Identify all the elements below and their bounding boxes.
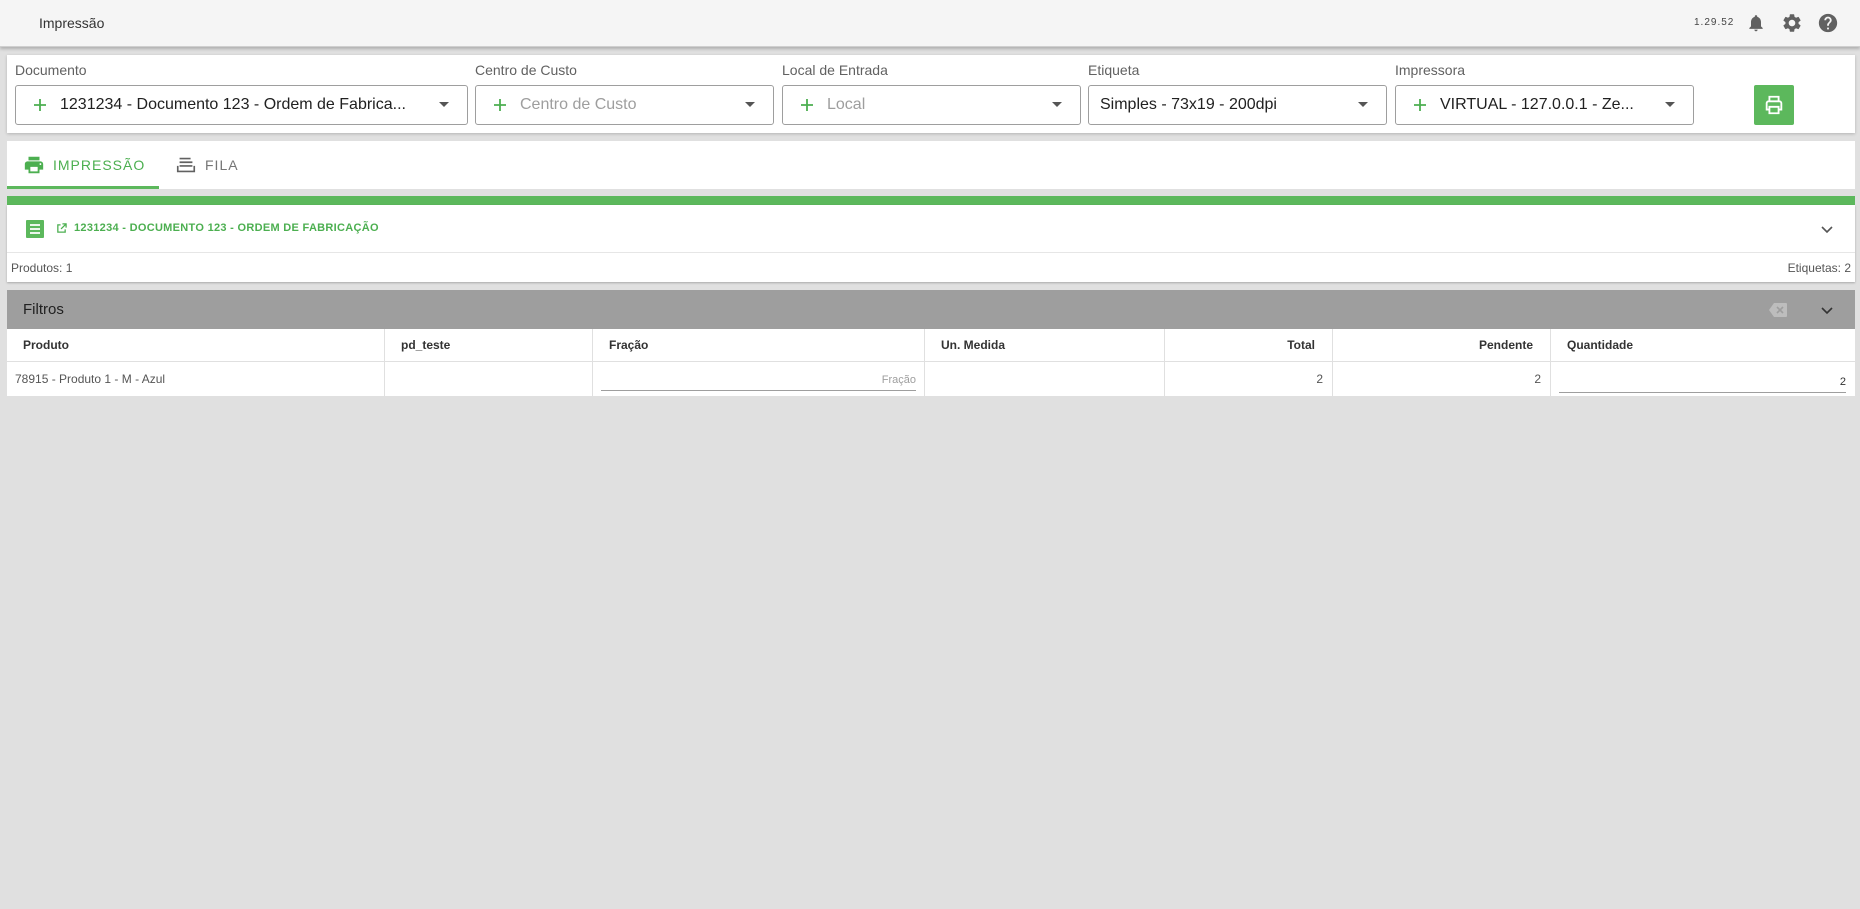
etiquetas-value: 2: [1844, 261, 1851, 275]
settings-gear-icon[interactable]: [1781, 12, 1803, 34]
cell-produto: 78915 - Produto 1 - M - Azul: [15, 372, 166, 386]
tab-fila-label: FILA: [205, 157, 239, 173]
produtos-count: Produtos: 1: [11, 261, 72, 275]
documento-select[interactable]: 1231234 - Documento 123 - Ordem de Fabri…: [15, 85, 468, 125]
chevron-down-icon: [1358, 102, 1368, 107]
documento-label: Documento: [15, 62, 87, 78]
centro-custo-placeholder: Centro de Custo: [520, 96, 637, 113]
app-version: 1.29.52: [1694, 17, 1735, 28]
document-list-icon: [26, 220, 44, 238]
document-accent-bar: [7, 196, 1855, 205]
column-header-quantidade[interactable]: Quantidade: [1567, 329, 1633, 362]
centro-custo-select[interactable]: Centro de Custo: [475, 85, 774, 125]
clear-filters-backspace-icon[interactable]: [1769, 303, 1787, 317]
queue-icon: [176, 157, 196, 173]
document-panel: 1231234 - DOCUMENTO 123 - ORDEM DE FABRI…: [7, 205, 1855, 282]
chevron-down-icon[interactable]: [1820, 303, 1834, 317]
printer-icon: [1765, 95, 1783, 115]
open-external-link-icon[interactable]: [56, 223, 67, 234]
add-icon: [1414, 99, 1426, 111]
chevron-down-icon: [439, 102, 449, 107]
impressora-label: Impressora: [1395, 62, 1466, 78]
produtos-value: 1: [65, 261, 73, 275]
impressora-value: VIRTUAL - 127.0.0.1 - Ze...: [1440, 96, 1634, 113]
documento-value: 1231234 - Documento 123 - Ordem de Fabri…: [60, 96, 406, 113]
tab-impressao-label: IMPRESSÃO: [53, 157, 146, 173]
document-title: 1231234 - DOCUMENTO 123 - ORDEM DE FABRI…: [74, 222, 379, 234]
column-divider: [1550, 329, 1551, 396]
tab-bar: IMPRESSÃO FILA: [7, 141, 1855, 189]
document-panel-header[interactable]: 1231234 - DOCUMENTO 123 - ORDEM DE FABRI…: [7, 205, 1855, 253]
active-tab-indicator: [7, 186, 159, 189]
column-header-un-medida[interactable]: Un. Medida: [941, 329, 1005, 362]
chevron-down-icon: [1052, 102, 1062, 107]
etiqueta-value: Simples - 73x19 - 200dpi: [1100, 96, 1277, 113]
column-header-produto[interactable]: Produto: [23, 329, 69, 362]
fracao-input[interactable]: [601, 369, 916, 391]
chevron-down-icon[interactable]: [1820, 222, 1834, 236]
quantidade-input[interactable]: [1559, 371, 1846, 393]
column-header-pendente[interactable]: Pendente: [1333, 329, 1533, 362]
print-form-card: Documento 1231234 - Documento 123 - Orde…: [7, 55, 1855, 133]
products-table: Produto pd_teste Fração Un. Medida Total…: [7, 329, 1855, 396]
add-icon: [801, 99, 813, 111]
print-button[interactable]: [1754, 85, 1794, 125]
cell-total: 2: [1316, 372, 1323, 386]
filters-header[interactable]: Filtros: [7, 290, 1855, 329]
etiquetas-count: Etiquetas: 2: [1788, 261, 1851, 275]
help-icon[interactable]: [1817, 12, 1839, 34]
local-entrada-select[interactable]: Local: [782, 85, 1081, 125]
header-divider: [7, 361, 1855, 362]
column-divider: [384, 329, 385, 396]
etiquetas-label: Etiquetas:: [1787, 261, 1841, 275]
local-entrada-placeholder: Local: [827, 96, 866, 113]
column-divider: [592, 329, 593, 396]
etiqueta-label: Etiqueta: [1088, 62, 1140, 78]
column-divider: [924, 329, 925, 396]
column-header-total[interactable]: Total: [1165, 329, 1315, 362]
chevron-down-icon: [745, 102, 755, 107]
centro-custo-label: Centro de Custo: [475, 62, 577, 78]
produtos-label: Produtos:: [11, 261, 63, 275]
cell-pendente: 2: [1534, 372, 1541, 386]
impressora-select[interactable]: VIRTUAL - 127.0.0.1 - Ze...: [1395, 85, 1694, 125]
chevron-down-icon: [1665, 102, 1675, 107]
local-entrada-label: Local de Entrada: [782, 62, 888, 78]
notifications-bell-icon[interactable]: [1745, 12, 1767, 34]
printer-icon: [24, 156, 44, 174]
app-title: Impressão: [39, 15, 105, 31]
column-header-fracao[interactable]: Fração: [609, 329, 648, 362]
tab-impressao[interactable]: IMPRESSÃO: [23, 141, 145, 189]
column-header-pd-teste[interactable]: pd_teste: [401, 329, 450, 362]
filters-title: Filtros: [23, 301, 64, 318]
add-icon: [494, 99, 506, 111]
add-icon: [34, 99, 46, 111]
tab-fila[interactable]: FILA: [175, 141, 239, 189]
app-bar: Impressão 1.29.52: [0, 0, 1860, 47]
etiqueta-select[interactable]: Simples - 73x19 - 200dpi: [1088, 85, 1387, 125]
